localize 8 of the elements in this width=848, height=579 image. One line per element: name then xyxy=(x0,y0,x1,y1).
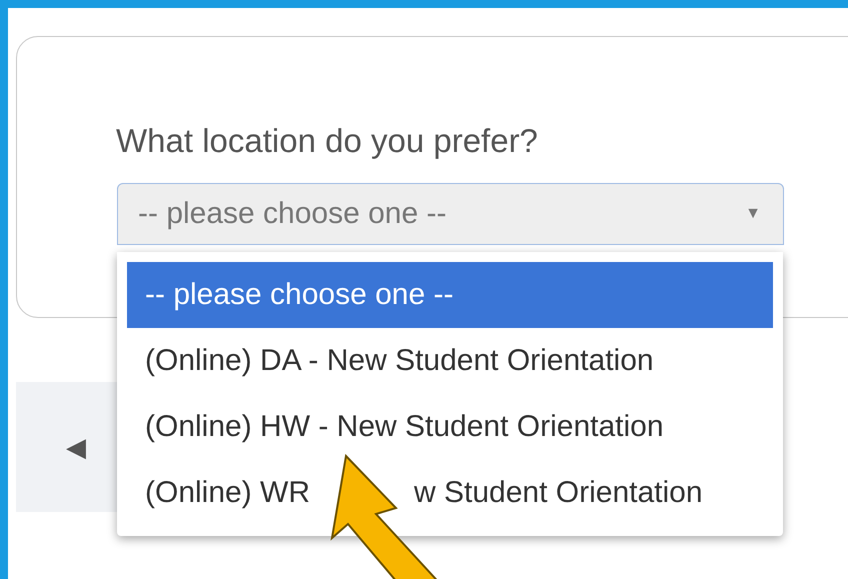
dropdown-option[interactable]: (Online) DA - New Student Orientation xyxy=(127,328,773,394)
dropdown-option[interactable]: -- please choose one -- xyxy=(127,262,773,328)
dropdown-option[interactable]: (Online) HW - New Student Orientation xyxy=(127,394,773,460)
back-button[interactable]: ◀ xyxy=(66,434,86,460)
location-select[interactable]: -- please choose one -- ▼ xyxy=(117,183,784,245)
dropdown-arrow-icon: ▼ xyxy=(745,205,761,223)
question-label: What location do you prefer? xyxy=(116,121,538,161)
dropdown-option[interactable]: (Online) WR w Student Orientation xyxy=(127,460,773,526)
